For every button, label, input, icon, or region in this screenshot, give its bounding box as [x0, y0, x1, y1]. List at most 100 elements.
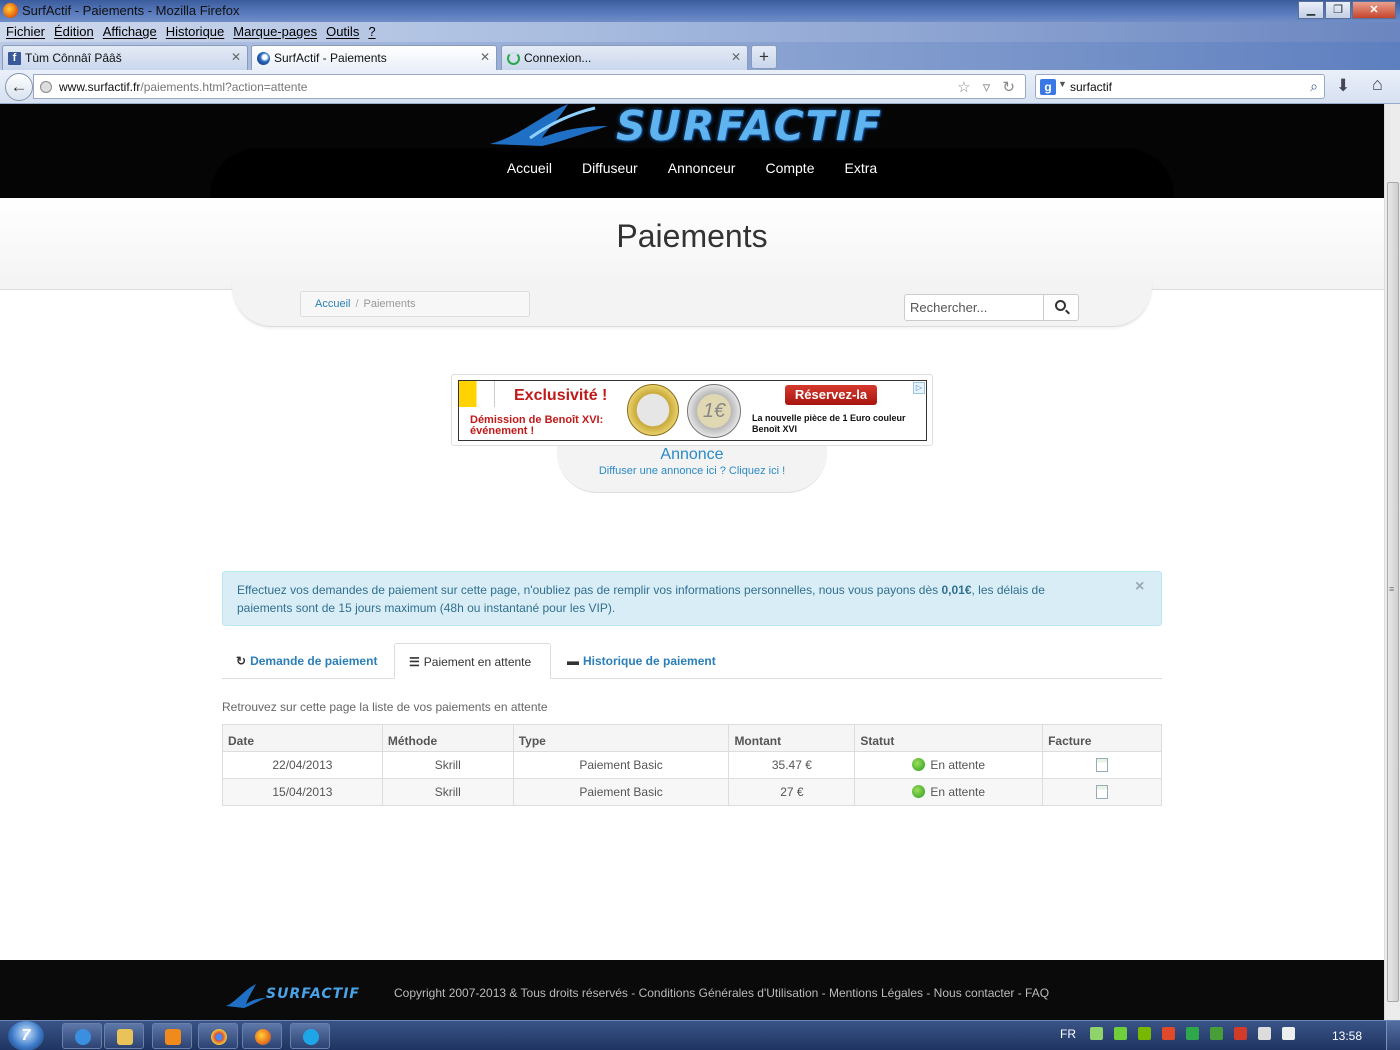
- pending-status-icon: [912, 758, 926, 771]
- taskbar-skype[interactable]: [290, 1023, 330, 1049]
- chrome-icon: [211, 1029, 227, 1045]
- nav-extra[interactable]: Extra: [844, 160, 877, 176]
- nav-compte[interactable]: Compte: [765, 160, 814, 176]
- menu-affichage[interactable]: Affichage: [103, 24, 157, 39]
- bookmark-star-icon[interactable]: ☆ ▿ ↻: [957, 78, 1019, 96]
- footer-logo[interactable]: SURFACTIF: [226, 980, 366, 1010]
- check-icon[interactable]: [1186, 1027, 1199, 1040]
- close-tab-icon[interactable]: ✕: [480, 50, 490, 64]
- info-alert: Effectuez vos demandes de paiement sur c…: [222, 571, 1162, 626]
- cell-date: 15/04/2013: [222, 778, 383, 806]
- chevron-down-icon[interactable]: ▼: [1058, 79, 1067, 89]
- tab-paiement-en-attente[interactable]: ☰ Paiement en attente: [394, 643, 551, 679]
- taskbar-explorer[interactable]: [104, 1023, 144, 1049]
- refresh-icon: ↻: [236, 654, 247, 668]
- scrollbar-grip-icon: ≡: [1389, 584, 1395, 594]
- flag-icon[interactable]: [1234, 1027, 1247, 1040]
- browser-tab-facebook[interactable]: f Tùm Cônnâî Pââš ✕: [2, 45, 248, 70]
- download-icon[interactable]: ⬇: [1336, 76, 1350, 96]
- menu-marque-pages[interactable]: Marque-pages: [233, 24, 317, 39]
- maximize-button[interactable]: ❐: [1325, 1, 1351, 19]
- language-indicator[interactable]: FR: [1060, 1027, 1076, 1041]
- tab-historique-de-paiement[interactable]: ▬ Historique de paiement: [553, 643, 716, 679]
- navigation-toolbar: www.surfactif.fr/paiements.html?action=a…: [0, 70, 1400, 104]
- tab-label: Historique de paiement: [583, 654, 716, 668]
- column-montant: Montant: [728, 724, 856, 752]
- search-query[interactable]: surfactif: [1070, 80, 1112, 94]
- close-alert-icon[interactable]: ×: [1135, 578, 1144, 596]
- surfactif-icon: [257, 52, 270, 65]
- cell-method: Skrill: [381, 778, 514, 806]
- browser-tab-connexion[interactable]: Connexion... ✕: [501, 45, 748, 70]
- speaker-icon[interactable]: [1282, 1027, 1295, 1040]
- ad-promote-link[interactable]: Diffuser une annonce ici ? Cliquez ici !: [0, 465, 1384, 477]
- close-tab-icon[interactable]: ✕: [231, 50, 241, 64]
- new-tab-button[interactable]: +: [751, 45, 777, 69]
- site-identity-icon[interactable]: [40, 81, 52, 93]
- window-title: SurfActif - Paiements - Mozilla Firefox: [22, 3, 240, 18]
- adchoices-icon[interactable]: ▷: [913, 382, 925, 394]
- network-icon[interactable]: [1090, 1027, 1103, 1040]
- ad-banner[interactable]: Exclusivité ! Démission de Benoît XVI: é…: [451, 374, 933, 446]
- window-titlebar: SurfActif - Paiements - Mozilla Firefox …: [0, 0, 1400, 22]
- url-text[interactable]: www.surfactif.fr/paiements.html?action=a…: [59, 80, 307, 94]
- display-icon[interactable]: [1258, 1027, 1271, 1040]
- facebook-icon: f: [8, 52, 21, 65]
- ad-cta-button[interactable]: Réservez-la: [785, 385, 877, 405]
- ad-label: Annonce: [660, 446, 724, 463]
- alert-text-before: Effectuez vos demandes de paiement sur c…: [237, 583, 942, 597]
- site-search-button[interactable]: [1043, 294, 1079, 321]
- browser-search-bar[interactable]: g ▼ surfactif ⌕: [1035, 74, 1325, 99]
- browser-tab-surfactif[interactable]: SurfActif - Paiements ✕: [251, 45, 497, 71]
- menu-help[interactable]: ?: [368, 24, 375, 39]
- volume-warning-icon[interactable]: [1162, 1027, 1175, 1040]
- nvidia-icon[interactable]: [1138, 1027, 1151, 1040]
- breadcrumb-separator: /: [355, 298, 359, 310]
- menu-fichier[interactable]: Fichier: [6, 24, 45, 39]
- google-icon[interactable]: g: [1040, 79, 1056, 95]
- taskbar-media-player[interactable]: [152, 1023, 192, 1049]
- taskbar-internet-explorer[interactable]: [62, 1023, 102, 1049]
- status-label: En attente: [930, 785, 986, 799]
- show-desktop-button[interactable]: [1386, 1021, 1400, 1050]
- tab-demande-de-paiement[interactable]: ↻ Demande de paiement: [222, 643, 377, 679]
- windows-taskbar: 7 FR 13:58: [0, 1020, 1400, 1050]
- url-host: www.surfactif.fr: [59, 80, 141, 94]
- close-window-button[interactable]: ✕: [1352, 1, 1396, 19]
- nav-annonceur[interactable]: Annonceur: [668, 160, 736, 176]
- ad-creative[interactable]: Exclusivité ! Démission de Benoît XVI: é…: [458, 380, 927, 441]
- taskbar-firefox[interactable]: [242, 1023, 282, 1049]
- search-icon[interactable]: ⌕: [1310, 78, 1318, 95]
- url-bar[interactable]: www.surfactif.fr/paiements.html?action=a…: [33, 74, 1026, 99]
- tab-label: Paiement en attente: [423, 655, 532, 669]
- nav-accueil[interactable]: Accueil: [507, 160, 552, 176]
- home-icon[interactable]: ⌂: [1372, 74, 1383, 95]
- coin-image: [627, 384, 679, 436]
- close-tab-icon[interactable]: ✕: [731, 50, 741, 64]
- app-tray-icon[interactable]: [1114, 1027, 1127, 1040]
- taskbar-chrome[interactable]: [198, 1023, 238, 1049]
- media-player-icon: [165, 1029, 181, 1045]
- breadcrumb-home-link[interactable]: Accueil: [315, 298, 350, 310]
- invoice-icon[interactable]: [1096, 785, 1109, 799]
- start-button[interactable]: 7: [8, 1021, 44, 1050]
- cell-invoice: [1042, 778, 1162, 806]
- nav-diffuseur[interactable]: Diffuseur: [582, 160, 638, 176]
- site-logo[interactable]: SURFACTIF: [490, 104, 881, 150]
- minimize-button[interactable]: ▁: [1298, 1, 1324, 19]
- system-clock[interactable]: 13:58: [1332, 1029, 1362, 1043]
- menu-outils[interactable]: Outils: [326, 24, 359, 39]
- main-nav: Accueil Diffuseur Annonceur Compte Extra: [0, 160, 1384, 176]
- cell-status: En attente: [854, 751, 1044, 779]
- globe-icon[interactable]: [1210, 1027, 1223, 1040]
- menu-edition[interactable]: Édition: [54, 24, 94, 39]
- back-button[interactable]: ←: [5, 73, 33, 101]
- page-scrollbar[interactable]: ≡: [1384, 104, 1400, 1020]
- site-header: SURFACTIF Accueil Diffuseur Annonceur Compt…: [0, 104, 1384, 198]
- footer-links[interactable]: Copyright 2007-2013 & Tous droits réserv…: [394, 986, 1049, 1000]
- invoice-icon[interactable]: [1096, 758, 1109, 772]
- column-methode: Méthode: [381, 724, 514, 752]
- menu-historique[interactable]: Historique: [166, 24, 225, 39]
- site-search-input[interactable]: Rechercher...: [904, 294, 1044, 321]
- search-icon: [1055, 300, 1066, 311]
